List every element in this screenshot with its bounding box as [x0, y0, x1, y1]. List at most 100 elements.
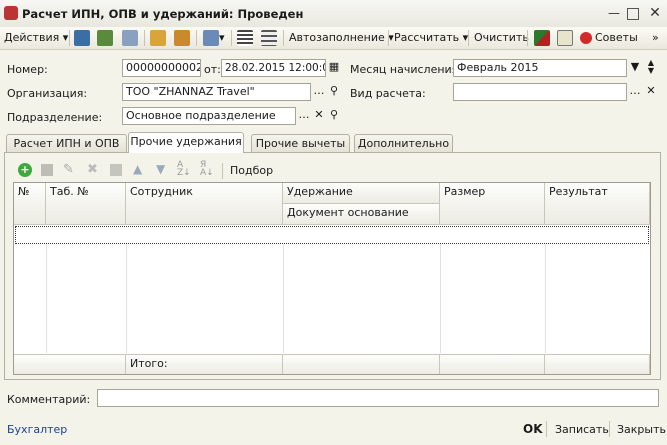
number-label: Номер:	[7, 63, 48, 76]
footer-cell	[14, 355, 126, 374]
date-field[interactable]: 28.02.2015 12:00:01	[221, 59, 326, 77]
edit-icon[interactable]: ✎	[63, 162, 74, 177]
select-ellipsis-icon[interactable]: …	[297, 107, 311, 125]
organization-field[interactable]: ТОО "ZHANNAZ Travel"	[122, 83, 311, 101]
number-field[interactable]: 00000000002	[122, 59, 201, 77]
clear-button[interactable]: Очистить	[474, 30, 529, 46]
separator	[231, 30, 232, 46]
column-divider	[126, 244, 127, 353]
copy-row-icon[interactable]	[41, 164, 53, 176]
separator	[144, 30, 145, 46]
calc-type-label: Вид расчета:	[350, 87, 426, 100]
spin-icon[interactable]: ▲ ▼	[644, 59, 658, 77]
division-label: Подразделение:	[7, 111, 103, 124]
toolbar-more-icon[interactable]: »	[652, 30, 659, 46]
chevron-down-icon: ▾	[62, 31, 69, 44]
tips-button[interactable]: Советы	[595, 30, 638, 46]
actions-label: Действия	[4, 31, 60, 44]
calculate-label: Рассчитать	[394, 31, 460, 44]
post-icon[interactable]	[74, 30, 90, 46]
window-title: Расчет ИПН, ОПВ и удержаний: Проведен	[22, 7, 304, 21]
footer-cell	[283, 355, 440, 374]
separator	[546, 421, 547, 437]
go-to-icon[interactable]	[203, 30, 219, 46]
deductions-table[interactable]: № Таб. № Сотрудник Удержание Документ ос…	[13, 182, 651, 375]
calculate-button[interactable]: Рассчитать ▾	[394, 30, 468, 46]
refresh-icon[interactable]	[97, 30, 113, 46]
column-header-number[interactable]: №	[14, 183, 46, 225]
calc-type-field[interactable]	[453, 83, 627, 101]
division-field[interactable]: Основное подразделение	[122, 107, 296, 125]
chevron-down-icon[interactable]: ▼	[628, 59, 642, 77]
total-label: Итого:	[126, 355, 283, 374]
search-icon[interactable]: ⚲	[327, 107, 341, 125]
list-icon[interactable]	[237, 30, 253, 46]
calendar-icon[interactable]: ▦	[327, 59, 341, 77]
table-footer: Итого:	[14, 354, 650, 374]
footer-bar: Бухгалтер OK Записать Закрыть	[0, 418, 667, 445]
separator	[388, 30, 389, 46]
tab-other-allowances[interactable]: Прочие вычеты	[251, 134, 350, 152]
end-edit-icon[interactable]	[110, 164, 122, 176]
save-button[interactable]: Записать	[555, 423, 609, 436]
tab-other-deductions[interactable]: Прочие удержания	[128, 132, 244, 153]
from-label: от:	[204, 63, 221, 76]
document-icon	[4, 6, 18, 20]
column-header-employee[interactable]: Сотрудник	[126, 183, 283, 225]
column-divider	[545, 244, 546, 353]
debit-credit-icon[interactable]	[534, 30, 550, 46]
move-up-icon[interactable]: ▲	[133, 162, 142, 176]
column-header-tab-number[interactable]: Таб. №	[46, 183, 126, 225]
move-down-icon[interactable]: ▼	[156, 162, 165, 176]
close-icon[interactable]: ✕	[647, 5, 663, 21]
column-header-base-document[interactable]: Документ основание	[283, 204, 440, 225]
report-icon[interactable]	[557, 30, 573, 46]
copy-icon[interactable]	[122, 30, 138, 46]
minimize-icon[interactable]: —	[606, 5, 622, 21]
separator	[609, 421, 610, 437]
actions-menu[interactable]: Действия ▾	[4, 30, 68, 46]
chevron-down-icon[interactable]: ▾	[219, 30, 225, 46]
autofill-label: Автозаполнение	[289, 31, 385, 44]
autofill-button[interactable]: Автозаполнение ▾	[289, 30, 394, 46]
month-field[interactable]: Февраль 2015	[453, 59, 627, 77]
maximize-icon[interactable]	[627, 8, 639, 20]
separator	[222, 163, 223, 179]
select-ellipsis-icon[interactable]: …	[312, 83, 326, 101]
column-divider	[46, 244, 47, 353]
comment-label: Комментарий:	[7, 393, 91, 406]
delete-icon[interactable]: ✖	[87, 162, 98, 177]
tips-icon	[580, 32, 592, 44]
select-button[interactable]: Подбор	[230, 164, 273, 177]
sort-asc-icon[interactable]: A Z↓	[177, 161, 191, 178]
separator	[527, 30, 528, 46]
comment-field[interactable]	[97, 389, 659, 407]
separator	[69, 30, 70, 46]
sort-desc-icon[interactable]: Я А↓	[200, 161, 214, 178]
column-divider	[283, 244, 284, 353]
tab-additional[interactable]: Дополнительно	[354, 134, 453, 152]
title-bar: Расчет ИПН, ОПВ и удержаний: Проведен — …	[0, 0, 667, 28]
document-post-icon[interactable]	[150, 30, 166, 46]
clear-icon[interactable]: ✕	[644, 83, 658, 101]
structure-icon[interactable]	[261, 30, 277, 46]
main-toolbar: Действия ▾ ▾ Автозаполнение ▾ Рассчитать…	[0, 27, 667, 50]
clear-icon[interactable]: ✕	[312, 107, 326, 125]
table-row[interactable]	[15, 226, 649, 244]
column-header-size[interactable]: Размер	[440, 183, 545, 225]
footer-cell	[440, 355, 545, 374]
tab-ipn-opv[interactable]: Расчет ИПН и ОПВ	[6, 134, 127, 152]
responsible-link[interactable]: Бухгалтер	[7, 423, 67, 436]
month-label: Месяц начисления:	[350, 63, 462, 76]
close-button[interactable]: Закрыть	[617, 423, 666, 436]
select-ellipsis-icon[interactable]: …	[628, 83, 642, 101]
column-header-deduction[interactable]: Удержание	[283, 183, 440, 204]
column-header-result[interactable]: Результат	[545, 183, 650, 225]
ok-button[interactable]: OK	[523, 422, 543, 436]
search-icon[interactable]: ⚲	[327, 83, 341, 101]
separator	[468, 30, 469, 46]
separator	[283, 30, 284, 46]
separator	[196, 30, 197, 46]
add-icon[interactable]: +	[18, 163, 32, 177]
document-unpost-icon[interactable]	[174, 30, 190, 46]
